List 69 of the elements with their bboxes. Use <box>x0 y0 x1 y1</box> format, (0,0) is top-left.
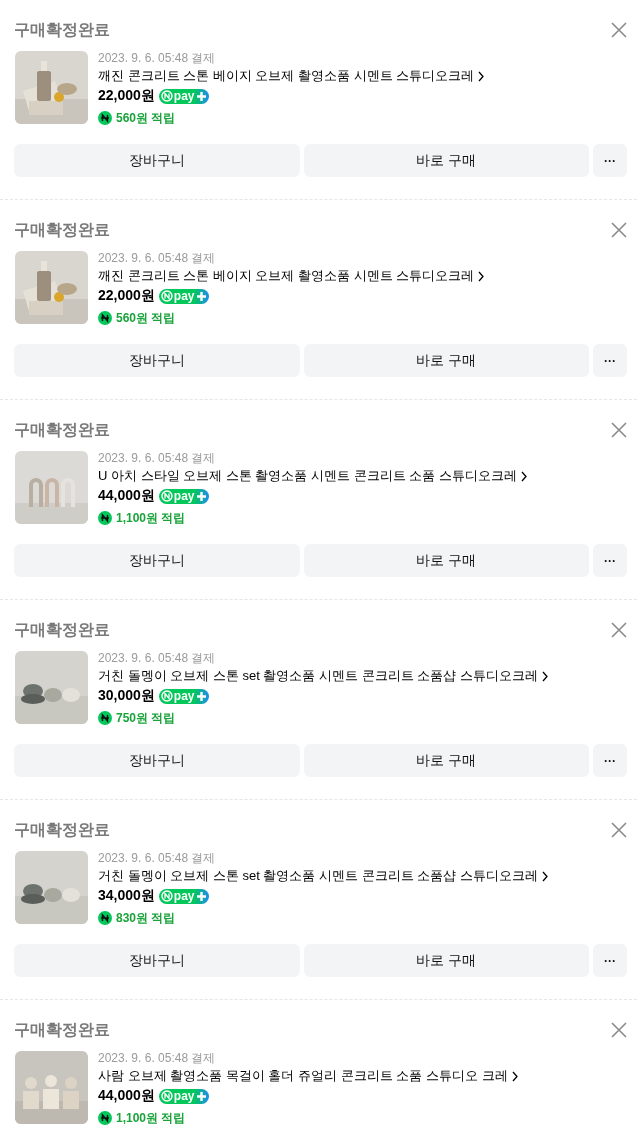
chevron-right-icon <box>478 70 485 82</box>
points-coin-icon <box>98 311 112 325</box>
product-title-link[interactable]: 거친 돌멩이 오브제 스톤 set 촬영소품 시멘트 콘크리트 소품샵 스튜디오크레 <box>98 666 538 686</box>
order-date: 2023. 9. 6. 05:48 결제 <box>98 850 217 866</box>
chevron-right-icon <box>520 470 527 482</box>
close-icon[interactable] <box>611 222 627 238</box>
more-button[interactable]: ··· <box>593 344 627 377</box>
close-icon[interactable] <box>611 622 627 638</box>
chevron-right-icon <box>511 1070 518 1082</box>
order-date: 2023. 9. 6. 05:48 결제 <box>98 50 217 66</box>
more-button[interactable]: ··· <box>593 144 627 177</box>
points-earned: 830원 적립 <box>116 909 176 927</box>
points-coin-icon <box>98 711 112 725</box>
close-icon[interactable] <box>611 22 627 38</box>
more-button[interactable]: ··· <box>593 944 627 977</box>
product-title-link[interactable]: 사람 오브제 촬영소품 목걸이 홀더 쥬얼리 콘크리트 소품 스튜디오 크레 <box>98 1066 508 1086</box>
product-title-link[interactable]: 깨진 콘크리트 스톤 베이지 오브제 촬영소품 시멘트 스튜디오크레 <box>98 66 475 86</box>
product-title-link[interactable]: U 아치 스타일 오브제 스톤 촬영소품 시멘트 콘크리트 소품 스튜디오크레 <box>98 466 517 486</box>
points-coin-icon <box>98 511 112 525</box>
order-date: 2023. 9. 6. 05:48 결제 <box>98 1050 217 1066</box>
price: 44,000원 <box>98 487 155 505</box>
points-earned: 750원 적립 <box>116 709 176 727</box>
cart-button[interactable]: 장바구니 <box>14 744 300 777</box>
npay-badge: pay <box>158 1088 209 1104</box>
product-title-link[interactable]: 깨진 콘크리트 스톤 베이지 오브제 촬영소품 시멘트 스튜디오크레 <box>98 266 475 286</box>
buy-now-button[interactable]: 바로 구매 <box>303 944 589 977</box>
more-button[interactable]: ··· <box>593 744 627 777</box>
points-coin-icon <box>98 111 112 125</box>
status-label: 구매확정완료 <box>14 19 110 40</box>
close-icon[interactable] <box>611 1022 627 1038</box>
close-icon[interactable] <box>611 822 627 838</box>
points-coin-icon <box>98 1111 112 1125</box>
npay-badge: pay <box>158 488 209 504</box>
price: 30,000원 <box>98 687 155 705</box>
order-date: 2023. 9. 6. 05:48 결제 <box>98 450 217 466</box>
more-button[interactable]: ··· <box>593 544 627 577</box>
order-date: 2023. 9. 6. 05:48 결제 <box>98 650 217 666</box>
cart-button[interactable]: 장바구니 <box>14 144 300 177</box>
status-label: 구매확정완료 <box>14 219 110 240</box>
status-label: 구매확정완료 <box>14 819 110 840</box>
points-earned: 1,100원 적립 <box>116 1109 186 1127</box>
npay-badge: pay <box>158 888 209 904</box>
npay-badge: pay <box>158 288 209 304</box>
points-coin-icon <box>98 911 112 925</box>
status-label: 구매확정완료 <box>14 619 110 640</box>
cart-button[interactable]: 장바구니 <box>14 544 300 577</box>
points-earned: 560원 적립 <box>116 309 176 327</box>
chevron-right-icon <box>541 670 548 682</box>
price: 34,000원 <box>98 887 155 905</box>
status-label: 구매확정완료 <box>14 1019 110 1040</box>
price: 22,000원 <box>98 287 155 305</box>
close-icon[interactable] <box>611 422 627 438</box>
npay-badge: pay <box>158 88 209 104</box>
points-earned: 560원 적립 <box>116 109 176 127</box>
buy-now-button[interactable]: 바로 구매 <box>303 344 589 377</box>
chevron-right-icon <box>478 270 485 282</box>
cart-button[interactable]: 장바구니 <box>14 344 300 377</box>
points-earned: 1,100원 적립 <box>116 509 186 527</box>
chevron-right-icon <box>541 870 548 882</box>
order-date: 2023. 9. 6. 05:48 결제 <box>98 250 217 266</box>
buy-now-button[interactable]: 바로 구매 <box>303 744 589 777</box>
buy-now-button[interactable]: 바로 구매 <box>303 144 589 177</box>
price: 44,000원 <box>98 1087 155 1105</box>
buy-now-button[interactable]: 바로 구매 <box>303 544 589 577</box>
npay-badge: pay <box>158 688 209 704</box>
status-label: 구매확정완료 <box>14 419 110 440</box>
cart-button[interactable]: 장바구니 <box>14 944 300 977</box>
price: 22,000원 <box>98 87 155 105</box>
product-title-link[interactable]: 거친 돌멩이 오브제 스톤 set 촬영소품 시멘트 콘크리트 소품샵 스튜디오크레 <box>98 866 538 886</box>
